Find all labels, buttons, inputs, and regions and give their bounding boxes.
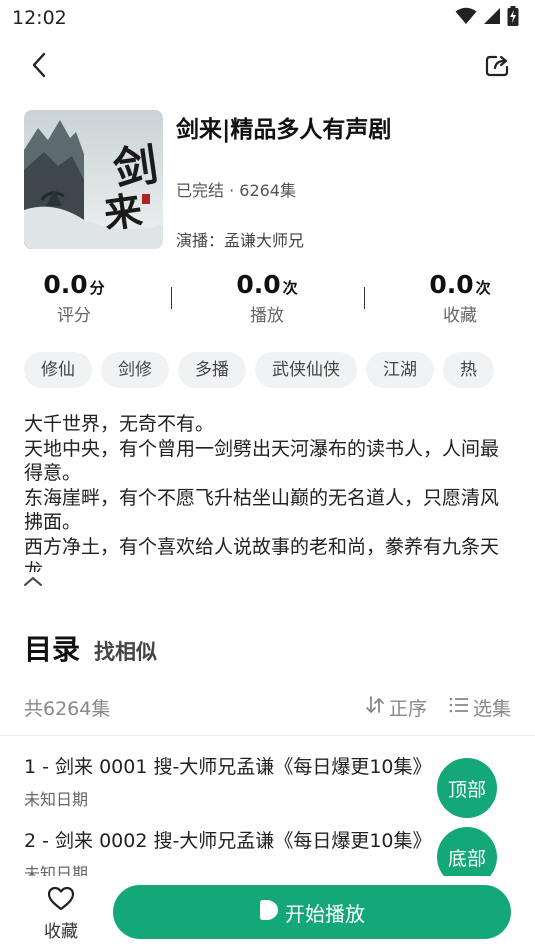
book-intro: 大千世界，无奇不有。 天地中央，有个曾用一剑劈出天河瀑布的读书人，人间最得意。 …: [24, 412, 514, 572]
tag-chip[interactable]: 江湖: [366, 352, 434, 388]
tag-list: 修仙 剑修 多播 武侠仙侠 江湖热: [24, 352, 535, 388]
wifi-icon: [455, 7, 477, 29]
intro-line: 西方净土，有个喜欢给人说故事的老和尚，豢养有九条天龙: [24, 535, 500, 573]
intro-line: 东海崖畔，有个不愿飞升枯坐山巅的无名道人，只愿清风拂面。: [24, 486, 500, 534]
catalog-header: 目录 找相似: [24, 628, 157, 668]
tag-chip[interactable]: 热: [443, 352, 494, 388]
status-icons: [455, 6, 519, 30]
sort-order-button[interactable]: 正序: [365, 694, 427, 721]
tab-find-similar[interactable]: 找相似: [94, 636, 157, 666]
episode-item[interactable]: 1 - 剑来 0001 搜-大师兄孟谦《每日爆更10集》 未知日期: [24, 752, 504, 810]
episode-list-toolbar: 共6264集 正序 选集: [0, 690, 535, 726]
episode-title: 2 - 剑来 0002 搜-大师兄孟谦《每日爆更10集》: [24, 830, 432, 852]
book-title: 剑来|精品多人有声剧: [176, 117, 392, 143]
tab-catalog[interactable]: 目录: [24, 628, 80, 668]
select-episodes-button[interactable]: 选集: [449, 694, 511, 721]
tag-chip[interactable]: 多播: [178, 352, 246, 388]
stats-row: 0.0 分 评分 0.0 次 播放 0.0 次 收藏: [0, 270, 535, 332]
stat-favorites: 0.0 次 收藏: [400, 270, 520, 326]
start-play-label: 开始播放: [285, 901, 365, 926]
stat-plays-unit: 次: [282, 279, 298, 297]
stat-favorites-value: 0.0: [429, 270, 474, 299]
collapse-intro-button[interactable]: [22, 573, 44, 589]
share-icon: [485, 53, 511, 81]
stat-divider: [171, 287, 172, 309]
play-icon: [259, 899, 279, 926]
stat-divider: [364, 287, 365, 309]
svg-text:来: 来: [101, 187, 145, 237]
episode-total: 共6264集: [24, 698, 111, 720]
chevron-up-icon: [23, 572, 43, 591]
favorite-label: 收藏: [44, 922, 78, 942]
stat-rating-value: 0.0: [43, 270, 88, 299]
intro-line: 天地中央，有个曾用一剑劈出天河瀑布的读书人，人间最得意。: [24, 437, 500, 485]
status-bar: 12:02: [0, 0, 535, 36]
battery-charging-icon: [507, 6, 519, 30]
stat-rating: 0.0 分 评分: [14, 270, 134, 326]
tag-chip[interactable]: 剑修: [101, 352, 169, 388]
select-episodes-label: 选集: [472, 698, 511, 720]
stat-plays-label: 播放: [250, 306, 284, 326]
back-button[interactable]: [22, 50, 56, 84]
stat-rating-label: 评分: [57, 306, 91, 326]
book-status-count: 已完结 · 6264集: [176, 181, 296, 200]
stat-favorites-unit: 次: [475, 279, 491, 297]
scroll-top-button[interactable]: 顶部: [437, 758, 497, 818]
bottom-bar: 收藏 开始播放: [0, 876, 535, 951]
tag-chip[interactable]: 修仙: [24, 352, 92, 388]
favorite-button[interactable]: 收藏: [36, 886, 86, 942]
top-bar: [0, 44, 535, 90]
stat-plays-value: 0.0: [236, 270, 281, 299]
start-play-button[interactable]: 开始播放: [113, 885, 511, 939]
book-narrator: 演播：孟谦大师兄: [176, 231, 305, 250]
tag-chip[interactable]: 武侠仙侠: [255, 352, 357, 388]
book-cover-image: 剑 来: [24, 110, 163, 249]
episode-date: 未知日期: [24, 790, 89, 809]
intro-line: 大千世界，无奇不有。: [24, 413, 215, 435]
episode-title: 1 - 剑来 0001 搜-大师兄孟谦《每日爆更10集》: [24, 756, 432, 778]
stat-rating-unit: 分: [89, 279, 105, 297]
sort-icon: [365, 695, 385, 720]
share-button[interactable]: [481, 50, 515, 84]
list-icon: [449, 696, 469, 719]
divider: [0, 735, 535, 736]
status-time: 12:02: [12, 7, 67, 29]
sort-order-label: 正序: [388, 698, 427, 720]
chevron-left-icon: [31, 52, 47, 82]
cellular-signal-icon: [483, 7, 501, 29]
heart-icon: [47, 886, 75, 915]
stat-plays: 0.0 次 播放: [207, 270, 327, 326]
stat-favorites-label: 收藏: [443, 306, 477, 326]
